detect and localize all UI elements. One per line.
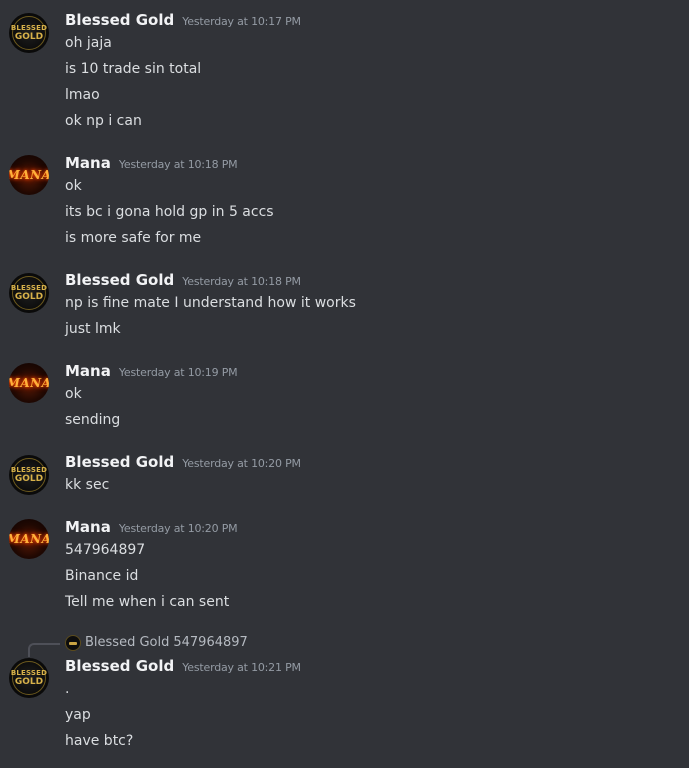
- author-name[interactable]: Blessed Gold: [65, 657, 174, 675]
- author-name[interactable]: Mana: [65, 154, 111, 172]
- message-text: oh jaja: [65, 35, 112, 51]
- reply-reference[interactable]: Blessed Gold 547964897: [0, 633, 689, 657]
- avatar-logo-text: BLESSED: [10, 669, 48, 677]
- message-text: Binance id: [65, 568, 139, 584]
- avatar[interactable]: BLESSED GOLD: [9, 455, 49, 495]
- avatar-logo-text: GOLD: [14, 32, 44, 42]
- chat-message-list: BLESSED GOLD Blessed Gold Yesterday at 10…: [0, 0, 689, 768]
- message-text: ok: [65, 386, 82, 402]
- reply-author[interactable]: Blessed Gold: [85, 635, 169, 650]
- avatar[interactable]: MANA: [9, 519, 49, 559]
- message-timestamp[interactable]: Yesterday at 10:21 PM: [182, 661, 301, 674]
- message-text: ok np i can: [65, 113, 142, 129]
- avatar-logo-text: GOLD: [14, 474, 44, 484]
- message-text: np is fine mate I understand how it work…: [65, 295, 356, 311]
- message-header: Blessed Gold Yesterday at 10:17 PM: [65, 10, 301, 30]
- message-text: just lmk: [65, 321, 121, 337]
- reply-text[interactable]: 547964897: [173, 635, 247, 650]
- message-text: have btc?: [65, 733, 134, 749]
- message-timestamp[interactable]: Yesterday at 10:18 PM: [119, 158, 238, 171]
- avatar[interactable]: MANA: [9, 155, 49, 195]
- avatar[interactable]: MANA: [9, 363, 49, 403]
- avatar-logo-text: GOLD: [14, 292, 44, 302]
- message-timestamp[interactable]: Yesterday at 10:20 PM: [119, 522, 238, 535]
- message-text: ok: [65, 178, 82, 194]
- message-timestamp[interactable]: Yesterday at 10:17 PM: [182, 15, 301, 28]
- message-text: yap: [65, 707, 91, 723]
- message-text: Tell me when i can sent: [65, 594, 230, 610]
- avatar-logo-text: GOLD: [14, 677, 44, 687]
- avatar-logo-text: BLESSED: [10, 24, 48, 32]
- reply-spine: [28, 643, 60, 657]
- author-name[interactable]: Blessed Gold: [65, 11, 174, 29]
- message-text: lmao: [65, 87, 100, 103]
- message-header: Blessed Gold Yesterday at 10:21 PM: [65, 656, 301, 676]
- mana-fire-logo-icon: MANA: [9, 532, 49, 546]
- message-timestamp[interactable]: Yesterday at 10:20 PM: [182, 457, 301, 470]
- author-name[interactable]: Blessed Gold: [65, 271, 174, 289]
- reply-avatar: [65, 635, 81, 651]
- message-text: its bc i gona hold gp in 5 accs: [65, 204, 274, 220]
- message-header: Mana Yesterday at 10:19 PM: [65, 361, 238, 381]
- gold-bars-logo-icon: [69, 641, 77, 645]
- avatar[interactable]: BLESSED GOLD: [9, 658, 49, 698]
- message-header: Blessed Gold Yesterday at 10:18 PM: [65, 270, 301, 290]
- message-timestamp[interactable]: Yesterday at 10:19 PM: [119, 366, 238, 379]
- author-name[interactable]: Blessed Gold: [65, 453, 174, 471]
- message-text: 547964897: [65, 542, 146, 558]
- avatar[interactable]: BLESSED GOLD: [9, 13, 49, 53]
- message-text: kk sec: [65, 477, 110, 493]
- message-header: Mana Yesterday at 10:18 PM: [65, 153, 238, 173]
- message-text: is 10 trade sin total: [65, 61, 202, 77]
- message-timestamp[interactable]: Yesterday at 10:18 PM: [182, 275, 301, 288]
- message-text: sending: [65, 412, 121, 428]
- mana-fire-logo-icon: MANA: [9, 376, 49, 390]
- avatar-logo-text: BLESSED: [10, 284, 48, 292]
- author-name[interactable]: Mana: [65, 518, 111, 536]
- message-header: Mana Yesterday at 10:20 PM: [65, 517, 238, 537]
- author-name[interactable]: Mana: [65, 362, 111, 380]
- message-header: Blessed Gold Yesterday at 10:20 PM: [65, 452, 301, 472]
- avatar[interactable]: BLESSED GOLD: [9, 273, 49, 313]
- mana-fire-logo-icon: MANA: [9, 168, 49, 182]
- message-text: is more safe for me: [65, 230, 202, 246]
- avatar-logo-text: BLESSED: [10, 466, 48, 474]
- message-text: .: [65, 681, 70, 697]
